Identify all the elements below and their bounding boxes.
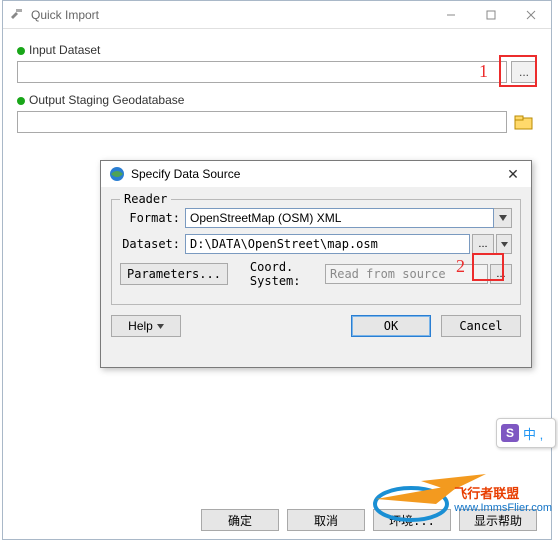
- chevron-down-icon: [157, 324, 164, 329]
- input-dataset-label: Input Dataset: [17, 43, 537, 57]
- format-label: Format:: [120, 211, 180, 225]
- specify-data-source-dialog: Specify Data Source ✕ Reader Format: Ope…: [100, 160, 532, 368]
- chevron-down-icon: [499, 215, 507, 221]
- folder-icon: [514, 113, 534, 131]
- parameters-button[interactable]: Parameters...: [120, 263, 228, 285]
- dialog-ok-button[interactable]: OK: [351, 315, 431, 337]
- ime-badge[interactable]: S 中 ,: [496, 418, 556, 448]
- maximize-button[interactable]: [471, 1, 511, 29]
- output-geodatabase-label: Output Staging Geodatabase: [17, 93, 537, 107]
- ok-button[interactable]: 确定: [201, 509, 279, 531]
- quick-import-titlebar: Quick Import: [3, 1, 551, 29]
- data-source-title: Specify Data Source: [131, 167, 240, 181]
- hammer-icon: [9, 7, 25, 23]
- annotation-label-2: 2: [456, 256, 465, 277]
- globe-icon: [109, 166, 125, 182]
- quick-import-body: Input Dataset ... Output Staging Geodata…: [3, 29, 551, 157]
- help-button[interactable]: Help: [111, 315, 181, 337]
- annotation-label-1: 1: [479, 61, 488, 82]
- minimize-button[interactable]: [431, 1, 471, 29]
- coord-system-label: Coord. System:: [250, 260, 321, 288]
- data-source-titlebar: Specify Data Source ✕: [101, 161, 531, 187]
- dialog-close-button[interactable]: ✕: [503, 164, 523, 184]
- dataset-field[interactable]: [185, 234, 470, 254]
- dataset-dropdown-button[interactable]: [496, 234, 512, 254]
- quick-import-button-bar: 确定 取消 环境... 显示帮助: [3, 509, 551, 531]
- cancel-button[interactable]: 取消: [287, 509, 365, 531]
- close-button[interactable]: [511, 1, 551, 29]
- ime-logo-icon: S: [501, 424, 519, 442]
- format-combo[interactable]: OpenStreetMap (OSM) XML: [185, 208, 494, 228]
- show-help-button[interactable]: 显示帮助: [459, 509, 537, 531]
- input-dataset-field[interactable]: [17, 61, 507, 83]
- required-dot-icon: [17, 97, 25, 105]
- quick-import-title: Quick Import: [31, 8, 99, 22]
- dataset-browse-button[interactable]: ...: [472, 234, 494, 254]
- ime-mode: 中 ,: [523, 424, 543, 443]
- input-browse-button[interactable]: ...: [511, 61, 537, 83]
- chevron-down-icon: [501, 242, 508, 247]
- environments-button[interactable]: 环境...: [373, 509, 451, 531]
- output-browse-button[interactable]: [511, 111, 537, 133]
- dataset-label: Dataset:: [120, 237, 180, 251]
- output-geodatabase-field[interactable]: [17, 111, 507, 133]
- dialog-cancel-button[interactable]: Cancel: [441, 315, 521, 337]
- coord-browse-button[interactable]: ...: [490, 264, 512, 284]
- reader-legend: Reader: [120, 192, 171, 206]
- required-dot-icon: [17, 47, 25, 55]
- reader-group: Reader Format: OpenStreetMap (OSM) XML D…: [111, 199, 521, 305]
- format-combo-arrow[interactable]: [494, 208, 512, 228]
